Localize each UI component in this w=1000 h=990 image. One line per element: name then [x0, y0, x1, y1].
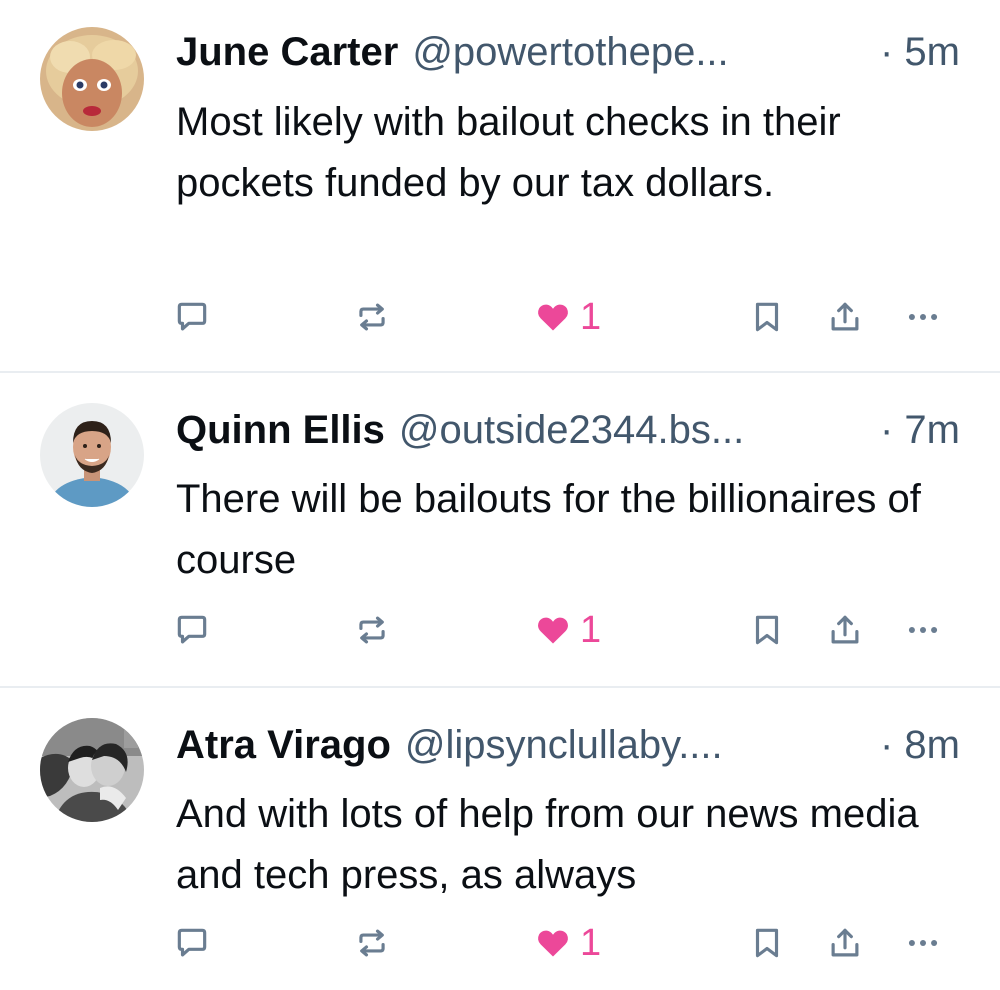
repost-icon [359, 929, 385, 957]
bookmark-button[interactable] [748, 605, 786, 655]
avatar[interactable] [40, 403, 144, 507]
reply-icon [177, 615, 207, 644]
post-actions: 1 [0, 605, 1000, 655]
repost-button[interactable] [353, 292, 391, 342]
more-icon [908, 939, 938, 947]
bookmark-icon [755, 615, 779, 645]
like-button[interactable]: 1 [534, 292, 601, 342]
heart-icon [538, 617, 568, 644]
post-timestamp[interactable]: · 7m [880, 404, 960, 456]
repost-icon [359, 616, 385, 644]
heart-icon [538, 304, 568, 331]
bookmark-button[interactable] [748, 292, 786, 342]
author-name[interactable]: Atra Virago [176, 719, 391, 771]
like-count: 1 [580, 296, 602, 338]
share-button[interactable] [826, 292, 864, 342]
reply-icon [177, 302, 207, 331]
author-handle[interactable]: @powertothepe... [412, 26, 874, 78]
reply-button[interactable] [173, 605, 211, 655]
doll-face-avatar-icon [40, 27, 144, 131]
post-actions: 1 [0, 292, 1000, 342]
more-options-button[interactable] [903, 605, 943, 655]
post-actions: 1 [0, 918, 1000, 968]
bookmark-icon [755, 928, 779, 958]
more-options-button[interactable] [903, 918, 943, 968]
post-header: June Carter @powertothepe... · 5m [176, 26, 960, 78]
reply-icon [177, 928, 207, 957]
post-header: Quinn Ellis @outside2344.bs... · 7m [176, 404, 960, 456]
post-item[interactable]: Quinn Ellis @outside2344.bs... · 7m Ther… [0, 373, 1000, 687]
author-handle[interactable]: @outside2344.bs... [399, 404, 874, 456]
more-icon [908, 313, 938, 321]
post-header: Atra Virago @lipsynclullaby.... · 8m [176, 719, 960, 771]
heart-icon [538, 930, 568, 957]
share-icon [831, 615, 859, 644]
share-button[interactable] [826, 605, 864, 655]
post-item[interactable]: June Carter @powertothepe... · 5m Most l… [0, 0, 1000, 372]
author-name[interactable]: Quinn Ellis [176, 404, 385, 456]
post-text: And with lots of help from our news medi… [176, 792, 919, 897]
share-icon [831, 928, 859, 957]
post-text: Most likely with bailout checks in their… [176, 100, 841, 205]
avatar[interactable] [40, 718, 144, 822]
post-item[interactable]: Atra Virago @lipsynclullaby.... · 8m And… [0, 688, 1000, 990]
bookmark-button[interactable] [748, 918, 786, 968]
repost-button[interactable] [353, 605, 391, 655]
black-white-photo-avatar-icon [40, 718, 144, 822]
avatar[interactable] [40, 27, 144, 131]
share-button[interactable] [826, 918, 864, 968]
more-icon [908, 626, 938, 634]
like-count: 1 [580, 922, 602, 964]
more-options-button[interactable] [903, 292, 943, 342]
reply-button[interactable] [173, 918, 211, 968]
smiling-man-avatar-icon [40, 403, 144, 507]
repost-button[interactable] [353, 918, 391, 968]
bookmark-icon [755, 302, 779, 332]
share-icon [831, 302, 859, 331]
post-timestamp[interactable]: · 8m [880, 719, 960, 771]
like-button[interactable]: 1 [534, 605, 601, 655]
repost-icon [359, 303, 385, 331]
author-handle[interactable]: @lipsynclullaby.... [405, 719, 874, 771]
like-count: 1 [580, 609, 602, 651]
author-name[interactable]: June Carter [176, 26, 398, 78]
reply-button[interactable] [173, 292, 211, 342]
like-button[interactable]: 1 [534, 918, 601, 968]
post-text: There will be bailouts for the billionai… [176, 477, 921, 582]
post-timestamp[interactable]: · 5m [880, 26, 960, 78]
